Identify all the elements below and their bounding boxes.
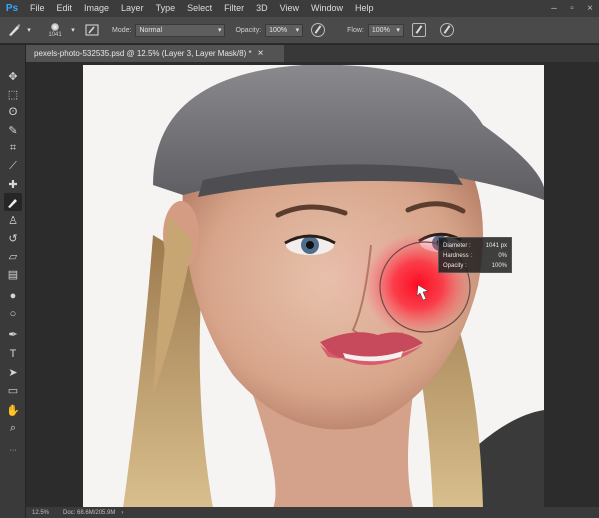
pressure-size-icon[interactable] [439,23,454,37]
lasso-icon[interactable]: ʘ [4,103,22,121]
menu-select[interactable]: Select [181,0,218,17]
menu-layer[interactable]: Layer [115,0,150,17]
chevron-down-icon: ▾ [217,27,222,34]
options-bar: ▾ 1041 ▾ Mode: Normal ▾ Opacity: 100% ▾ … [0,17,599,44]
mode-value: Normal [139,26,163,34]
history-brush-icon[interactable]: ↺ [4,229,22,247]
eraser-icon[interactable]: ▱ [4,247,22,265]
close-window-icon[interactable]: × [581,0,599,17]
healing-icon[interactable]: ✚ [4,175,22,193]
crop-icon[interactable]: ⌗ [4,139,22,157]
opacity-value: 100% [269,26,288,34]
flow-value: 100% [371,26,390,34]
hud-opacity-label: Opacity : [443,263,467,269]
menu-image[interactable]: Image [78,0,115,17]
flow-label: Flow: [347,26,364,34]
menu-bar: Ps File Edit Image Layer Type Select Fil… [0,0,599,17]
rectangle-icon[interactable]: ▭ [4,381,22,399]
eyedropper-icon[interactable]: ⟋ [4,157,22,175]
mode-label: Mode: [112,26,132,34]
hud-hardness-value: 0% [498,253,507,259]
maximize-icon[interactable]: ▫ [563,0,581,17]
tools-panel: ✥ ⬚ ʘ ✎ ⌗ ⟋ ✚ ♙ ↺ ▱ ▤ ● ○ ✒ T ➤ ▭ ✋ ⌕ ··… [0,45,26,518]
brush-icon[interactable] [4,193,22,211]
hand-icon[interactable]: ✋ [4,401,22,419]
opacity-label: Opacity: [235,26,262,34]
hud-hardness-label: Hardness : [443,253,473,259]
chevron-down-icon[interactable]: ▾ [68,20,78,40]
close-tab-icon[interactable]: × [258,48,264,59]
path-select-icon[interactable]: ➤ [4,363,22,381]
more-tools-icon[interactable]: ··· [4,445,22,455]
flow-field[interactable]: 100% ▾ [367,23,404,37]
menu-3d[interactable]: 3D [250,0,274,17]
hud-opacity-value: 100% [491,263,507,269]
pen-icon[interactable]: ✒ [4,325,22,343]
opacity-field[interactable]: 100% ▾ [265,23,304,37]
chevron-right-icon[interactable]: › [121,510,123,516]
document-tab-title: pexels-photo-532535.psd @ 12.5% (Layer 3… [34,49,252,58]
menu-window[interactable]: Window [305,0,349,17]
menu-help[interactable]: Help [349,0,380,17]
menu-filter[interactable]: Filter [218,0,250,17]
zoom-level[interactable]: 12.5% [32,510,49,516]
blur-icon[interactable]: ● [4,287,22,305]
marquee-icon[interactable]: ⬚ [4,85,22,103]
menu-type[interactable]: Type [150,0,182,17]
zoom-icon[interactable]: ⌕ [4,419,22,437]
brush-hud-tooltip: Diameter : 1041 px Hardness : 0% Opacity… [438,237,512,273]
brush-tool-preset-icon[interactable] [4,20,24,40]
brush-tip-icon [51,22,59,31]
portrait-photo [83,65,544,508]
menu-edit[interactable]: Edit [51,0,79,17]
chevron-down-icon: ▾ [295,27,300,34]
chevron-down-icon: ▾ [396,27,400,34]
move-icon[interactable]: ✥ [4,67,22,85]
pressure-opacity-icon[interactable] [311,23,326,37]
hud-diameter-label: Diameter : [443,243,471,249]
clone-stamp-icon[interactable]: ♙ [4,211,22,229]
brush-picker[interactable]: 1041 [42,19,68,41]
brush-panel-icon[interactable] [82,20,102,40]
gradient-icon[interactable]: ▤ [4,265,22,283]
brush-size-value: 1041 [48,31,62,38]
quick-select-icon[interactable]: ✎ [4,121,22,139]
menu-view[interactable]: View [274,0,305,17]
airbrush-icon[interactable] [411,23,426,37]
photoshop-logo: Ps [5,3,19,14]
document-tab[interactable]: pexels-photo-532535.psd @ 12.5% (Layer 3… [26,45,284,62]
chevron-down-icon[interactable]: ▾ [24,20,34,40]
document-canvas[interactable] [83,65,544,508]
document-tab-bar: pexels-photo-532535.psd @ 12.5% (Layer 3… [26,45,599,62]
hud-diameter-value: 1041 px [485,243,507,249]
menu-file[interactable]: File [24,0,51,17]
status-bar: 12.5% Doc: 68.6M/205.9M › [26,507,599,518]
type-icon[interactable]: T [4,345,22,363]
doc-info[interactable]: Doc: 68.6M/205.9M [63,510,115,516]
minimize-icon[interactable]: – [545,0,563,17]
mode-select[interactable]: Normal ▾ [135,23,226,37]
dodge-icon[interactable]: ○ [4,305,22,323]
